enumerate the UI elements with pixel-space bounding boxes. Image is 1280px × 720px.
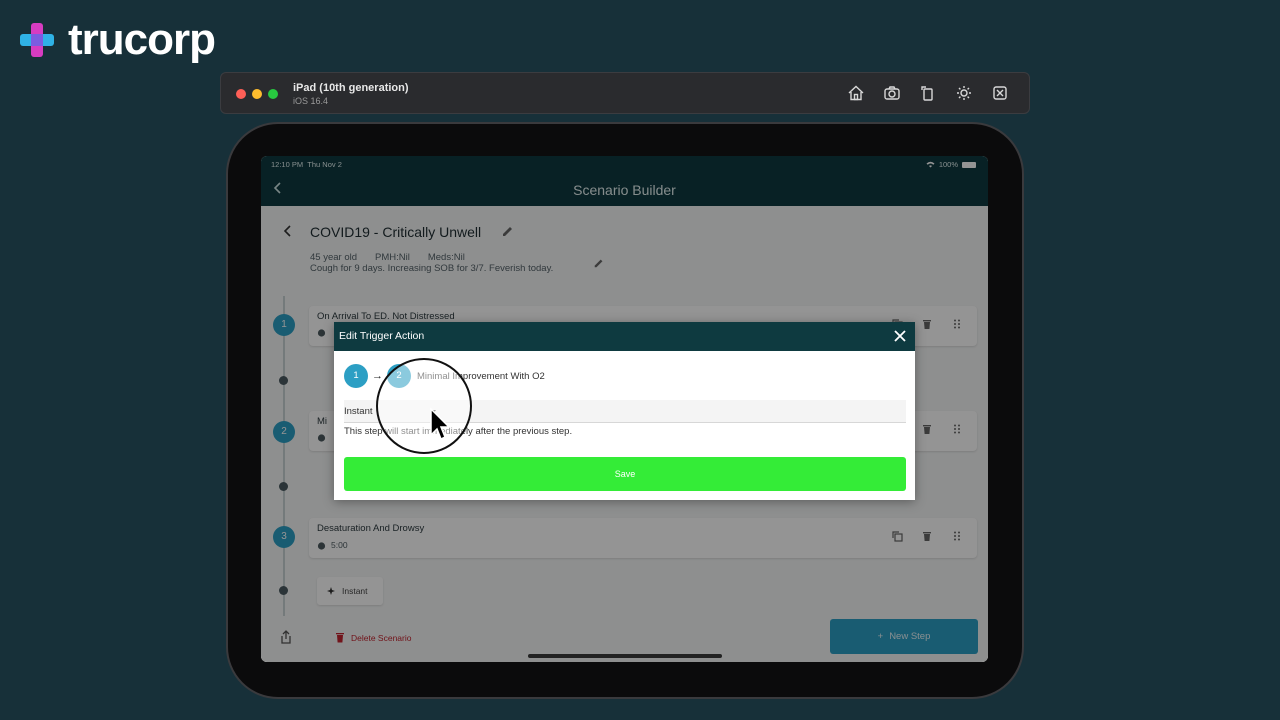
simulator-toolbar: iPad (10th generation) iOS 16.4 [220,72,1030,114]
ipad-screen: 12:10 PM Thu Nov 2 100% Scenario Builder… [261,156,988,662]
tap-indicator [376,358,472,454]
arrow-right-icon: → [372,370,383,382]
os-version: iOS 16.4 [293,96,329,106]
screenshot-icon[interactable] [883,84,901,102]
modal-header: Edit Trigger Action [334,322,915,351]
trucorp-logo: trucorp [20,15,216,64]
home-indicator[interactable] [528,654,722,658]
appearance-icon[interactable] [955,84,973,102]
keyboard-icon[interactable] [991,84,1009,102]
window-controls [236,89,278,99]
close-window-button[interactable] [236,89,246,99]
minimize-window-button[interactable] [252,89,262,99]
save-label: Save [614,469,636,479]
modal-title: Edit Trigger Action [339,330,425,342]
close-icon[interactable] [893,329,907,343]
trigger-type-value: Instant [344,406,373,417]
save-button[interactable]: Save [344,457,906,491]
zoom-window-button[interactable] [268,89,278,99]
rotate-icon[interactable] [919,84,937,102]
pointer-cursor-icon [430,407,451,441]
brand-name: trucorp [68,15,216,64]
from-step-badge: 1 [344,364,368,388]
plus-logo-icon [20,23,54,57]
device-name: iPad (10th generation) [293,82,409,94]
home-icon[interactable] [847,84,865,102]
